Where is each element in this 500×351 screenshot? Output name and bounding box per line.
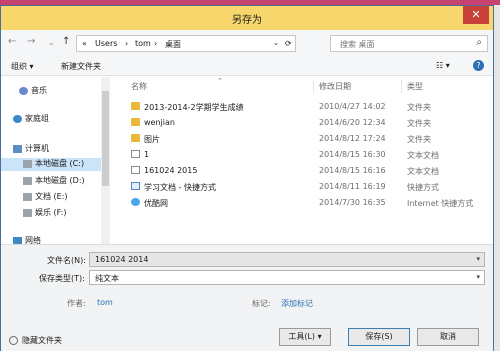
sidebar-item-drive-c[interactable]: 本地磁盘 (C:) <box>1 158 101 171</box>
history-dropdown-icon[interactable]: ⌄ <box>48 38 55 47</box>
breadcrumb-separator: › <box>154 39 158 48</box>
drive-icon <box>23 159 32 168</box>
chevron-down-icon: ▾ <box>317 332 322 341</box>
sidebar-scrollbar[interactable] <box>101 77 110 244</box>
title-bar: 另存为 ✕ <box>1 6 493 30</box>
file-row[interactable]: 1 2014/8/15 16:30 文本文档 <box>111 149 493 162</box>
file-row[interactable]: 图片 2014/8/12 17:24 文件夹 <box>111 133 493 146</box>
file-list: 名称 ⌃ 修改日期 类型 2013-2014-2学期学生成绩 2010/4/27 … <box>111 77 493 244</box>
drive-icon <box>23 176 32 185</box>
sidebar-item-network[interactable]: 网络 <box>13 235 41 244</box>
chevron-down-icon[interactable]: ▾ <box>476 273 480 281</box>
cancel-button[interactable]: 取消 <box>417 328 479 346</box>
background-window-edge <box>494 5 500 351</box>
filename-label: 文件名(N): <box>47 256 86 265</box>
command-toolbar: 组织 ▾ 新建文件夹 ☷ ▾ ? <box>1 56 493 76</box>
drive-icon <box>23 192 32 201</box>
internet-shortcut-icon <box>131 198 140 206</box>
breadcrumb-separator: › <box>125 39 129 48</box>
save-options-panel: 文件名(N): 161024 2014 ▾ 保存类型(T): 纯文本 ▾ 作者:… <box>1 244 493 351</box>
tags-label: 标记: <box>252 299 271 308</box>
new-folder-button[interactable]: 新建文件夹 <box>61 61 101 72</box>
back-arrow-icon[interactable]: ← <box>8 36 16 47</box>
sidebar-item-computer[interactable]: 计算机 <box>13 143 49 156</box>
computer-icon <box>13 144 22 153</box>
sidebar-item-homegroup[interactable]: 家庭组 <box>13 113 49 126</box>
tools-button[interactable]: 工具(L) ▾ <box>279 328 331 346</box>
folder-icon <box>131 118 140 126</box>
file-row[interactable]: 优酷网 2014/7/30 16:35 Internet 快捷方式 <box>111 197 493 210</box>
sidebar-item-drive-d[interactable]: 本地磁盘 (D:) <box>23 175 85 188</box>
column-divider[interactable] <box>401 79 402 93</box>
search-placeholder: 搜索 桌面 <box>340 40 375 49</box>
file-row[interactable]: 161024 2015 2014/8/15 16:16 文本文档 <box>111 165 493 178</box>
organize-button[interactable]: 组织 ▾ <box>11 61 34 72</box>
dialog-title: 另存为 <box>232 15 262 26</box>
breadcrumb-desktop[interactable]: 桌面 <box>165 39 181 50</box>
file-row[interactable]: 学习文档 - 快捷方式 2014/8/11 16:19 快捷方式 <box>111 181 493 194</box>
scrollbar-thumb[interactable] <box>102 91 109 186</box>
filetype-select[interactable]: 纯文本 ▾ <box>89 270 485 285</box>
chevron-down-icon[interactable]: ▾ <box>476 255 480 263</box>
sort-indicator-icon: ⌃ <box>217 77 223 85</box>
breadcrumb-users[interactable]: Users <box>95 39 117 48</box>
column-header-date[interactable]: 修改日期 <box>319 81 351 92</box>
help-icon[interactable]: ? <box>473 60 484 71</box>
sidebar-item-music[interactable]: 音乐 <box>19 85 47 98</box>
author-value[interactable]: tom <box>97 298 113 307</box>
sidebar-item-drive-f[interactable]: 娱乐 (F:) <box>23 207 66 220</box>
drive-icon <box>23 208 32 217</box>
folder-icon <box>131 134 140 142</box>
navigation-pane: 音乐 家庭组 计算机 本地磁盘 (C:) 本地磁盘 (D:) 文档 (E:) 娱… <box>1 77 101 244</box>
homegroup-icon <box>13 114 22 123</box>
folder-icon <box>131 102 140 110</box>
tags-value[interactable]: 添加标记 <box>281 298 313 309</box>
address-dropdown-icon[interactable]: ⌄ <box>273 39 279 47</box>
hide-folders-toggle[interactable]: 隐藏文件夹 <box>9 335 62 346</box>
close-button[interactable]: ✕ <box>463 6 489 24</box>
filename-input[interactable]: 161024 2014 ▾ <box>89 252 485 267</box>
filetype-label: 保存类型(T): <box>39 274 85 283</box>
up-arrow-icon[interactable]: ↑ <box>62 36 70 47</box>
collapse-icon <box>9 336 18 345</box>
network-icon <box>13 236 22 244</box>
save-as-dialog: 另存为 ✕ ← → ⌄ ↑ « Users › tom › 桌面 ⌄ ⟳ 搜索 … <box>0 5 494 351</box>
author-label: 作者: <box>67 299 86 308</box>
column-header-name[interactable]: 名称 <box>131 81 147 92</box>
forward-arrow-icon[interactable]: → <box>27 36 35 47</box>
address-overflow-icon[interactable]: « <box>82 39 87 48</box>
sidebar-item-drive-e[interactable]: 文档 (E:) <box>23 191 68 204</box>
view-options-button[interactable]: ☷ ▾ <box>436 61 450 70</box>
navigation-bar: ← → ⌄ ↑ « Users › tom › 桌面 ⌄ ⟳ 搜索 桌面 ⌕ <box>1 30 493 56</box>
refresh-icon[interactable]: ⟳ <box>285 39 292 48</box>
column-header-type[interactable]: 类型 <box>407 81 423 92</box>
shortcut-icon <box>131 182 140 190</box>
breadcrumb-tom[interactable]: tom <box>135 39 151 48</box>
text-file-icon <box>131 166 140 174</box>
text-file-icon <box>131 150 140 158</box>
search-input[interactable]: 搜索 桌面 ⌕ <box>330 35 488 52</box>
file-row[interactable]: 2013-2014-2学期学生成绩 2010/4/27 14:02 文件夹 <box>111 101 493 114</box>
address-bar[interactable]: « Users › tom › 桌面 ⌄ ⟳ <box>76 35 296 52</box>
save-button[interactable]: 保存(S) <box>348 328 410 346</box>
file-row[interactable]: wenjian 2014/6/20 12:34 文件夹 <box>111 117 493 130</box>
search-icon[interactable]: ⌕ <box>476 37 482 48</box>
music-icon <box>19 86 28 95</box>
column-divider[interactable] <box>313 79 314 93</box>
